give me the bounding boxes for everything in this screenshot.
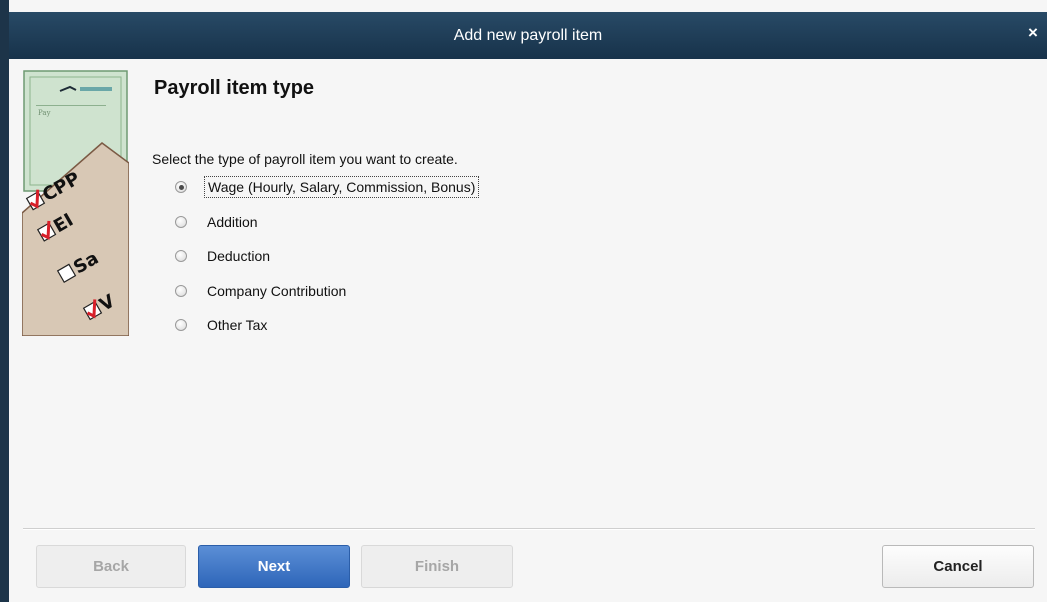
next-button[interactable]: Next — [198, 545, 350, 588]
option-label-wage: Wage (Hourly, Salary, Commission, Bonus) — [204, 176, 480, 198]
dialog-content: Pay CPP EI Sa V Payroll item type Select… — [9, 59, 1047, 602]
finish-button[interactable]: Finish — [361, 545, 513, 588]
cancel-button[interactable]: Cancel — [882, 545, 1034, 588]
payroll-checklist-illustration: Pay CPP EI Sa V — [22, 70, 129, 336]
option-addition[interactable]: Addition — [175, 210, 261, 234]
option-label-deduction: Deduction — [207, 248, 271, 264]
radio-wage[interactable] — [175, 181, 187, 193]
radio-company-contribution[interactable] — [175, 285, 187, 297]
window-title: Add new payroll item — [453, 27, 603, 44]
option-label-other-tax: Other Tax — [207, 317, 268, 333]
option-label-company-contribution: Company Contribution — [207, 283, 347, 299]
radio-other-tax[interactable] — [175, 319, 187, 331]
option-wage[interactable]: Wage (Hourly, Salary, Commission, Bonus) — [175, 175, 480, 199]
option-company-contribution[interactable]: Company Contribution — [175, 279, 349, 303]
title-bar: Add new payroll item × — [9, 12, 1047, 59]
footer-divider-highlight — [23, 529, 1035, 530]
option-label-addition: Addition — [207, 214, 258, 230]
page-heading: Payroll item type — [154, 77, 315, 99]
selection-prompt: Select the type of payroll item you want… — [152, 151, 458, 167]
close-icon[interactable]: × — [1023, 22, 1043, 44]
back-button[interactable]: Back — [36, 545, 186, 588]
svg-text:Pay: Pay — [38, 109, 51, 117]
option-deduction[interactable]: Deduction — [175, 244, 273, 268]
option-other-tax[interactable]: Other Tax — [175, 313, 270, 337]
radio-deduction[interactable] — [175, 250, 187, 262]
radio-addition[interactable] — [175, 216, 187, 228]
